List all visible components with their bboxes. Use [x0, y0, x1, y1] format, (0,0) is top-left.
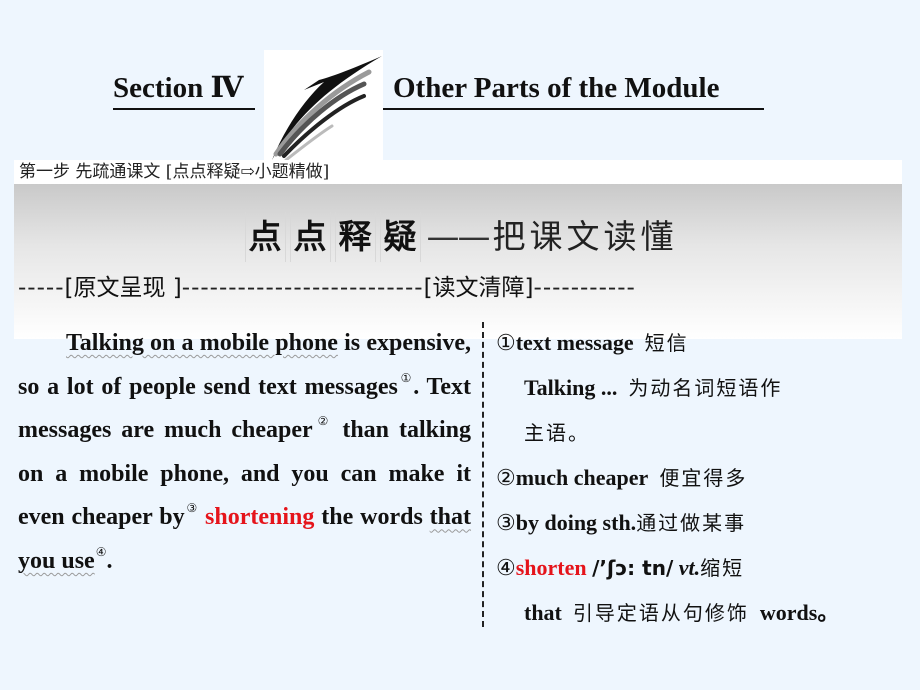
passage-paragraph: Talking on a mobile phone is expensive, …: [18, 322, 471, 584]
note-term: by doing sth.: [515, 510, 637, 535]
original-text-label: [原文呈现 ]: [64, 275, 182, 301]
passage-text: [198, 504, 205, 530]
note-term: words。: [759, 600, 840, 625]
note-term: much cheaper: [515, 465, 649, 490]
note-item: ③by doing sth.通过做某事: [496, 500, 916, 545]
note-term: Talking ...: [524, 375, 618, 400]
notes-label: [读文清障]: [423, 275, 534, 301]
dash-separator: -----: [18, 275, 65, 301]
dash-separator: --------------------------: [181, 275, 424, 301]
note-marker-3: ③: [185, 501, 199, 516]
note-meaning: 引导定语从句修饰: [572, 601, 749, 625]
note-meaning: 缩短: [700, 556, 745, 580]
band-title-char: 疑: [379, 212, 421, 262]
note-meaning: 为动名词短语作: [628, 376, 783, 400]
note-item: that 引导定语从句修饰 words。: [496, 590, 916, 635]
original-passage: Talking on a mobile phone is expensive, …: [18, 322, 471, 584]
gerund-subject: Talking on a mobile phone: [66, 330, 338, 356]
note-meaning: 主语。: [524, 421, 590, 445]
passage-text: the words: [314, 504, 430, 531]
column-divider: [482, 322, 484, 627]
note-part-of-speech: vt.: [678, 555, 701, 580]
band-title-char: 点: [244, 212, 286, 262]
note-item: 主语。: [496, 410, 916, 455]
note-term: that: [524, 600, 562, 625]
module-title: Other Parts of the Module: [383, 70, 764, 110]
dash-separator: -----------: [533, 275, 636, 301]
note-number: ③: [496, 510, 516, 535]
note-item: ②much cheaper 便宜得多: [496, 455, 916, 500]
step-bar: 第一步 先疏通课文 [点点释疑⇨小题精做]: [14, 160, 902, 184]
note-meaning: 短信: [644, 331, 689, 355]
note-item: ④shorten /’ʃɔ: tn/ vt.缩短: [496, 545, 916, 590]
band-title: 点点释疑 —— 把课文读懂: [0, 212, 920, 262]
note-term: shorten: [515, 555, 587, 580]
column-headers: -----[原文呈现 ]--------------------------[读…: [18, 270, 903, 306]
note-number: ④: [496, 555, 516, 580]
notes-column: ①text message 短信 Talking ... 为动名词短语作 主语。…: [496, 320, 916, 635]
note-term: text message: [515, 330, 634, 355]
section-label: Section Ⅳ: [113, 70, 256, 110]
note-marker-1: ①: [398, 370, 414, 385]
note-marker-2: ②: [313, 414, 333, 429]
brush-stroke-logo-icon: [264, 50, 383, 162]
note-item: ①text message 短信: [496, 320, 916, 365]
highlighted-word: shortening: [205, 504, 315, 531]
note-marker-4: ④: [95, 544, 107, 559]
note-meaning: 通过做某事: [636, 511, 747, 535]
note-meaning: 便宜得多: [659, 466, 748, 490]
passage-text: .: [106, 547, 113, 574]
band-subtitle: 把课文读懂: [492, 217, 678, 256]
note-number: ①: [496, 330, 516, 355]
note-item: Talking ... 为动名词短语作: [496, 365, 916, 410]
title-row: Section Ⅳ Other Parts of the Module: [0, 0, 920, 162]
band-title-dash: ——: [426, 217, 491, 256]
band-title-char: 释: [334, 212, 376, 262]
note-number: ②: [496, 465, 516, 490]
band-title-char: 点: [289, 212, 331, 262]
note-phonetic: /’ʃɔ: tn/: [592, 556, 674, 580]
